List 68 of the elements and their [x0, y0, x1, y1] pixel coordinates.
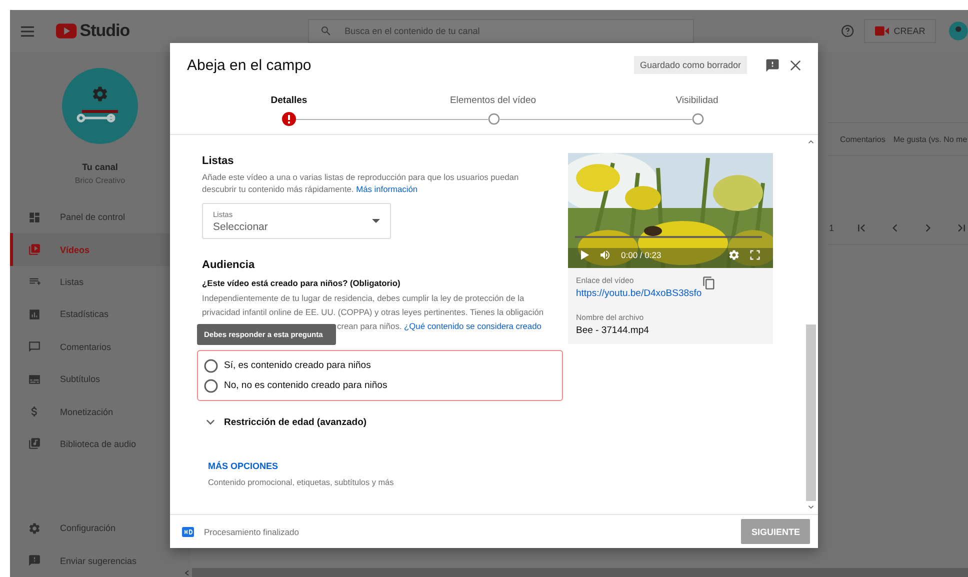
radio-option[interactable]: No, no es contenido creado para niños	[204, 378, 562, 392]
column-header[interactable]: Comentarios	[840, 134, 886, 144]
feedback-icon	[28, 554, 41, 568]
section-description: Añade este vídeo a una o varias listas de reproducción para que los usuarios puedan descubrir tu contenido más rápidamente. Más información	[202, 171, 520, 195]
dropdown-caret-icon	[372, 219, 380, 223]
scroll-down-icon[interactable]	[808, 505, 814, 509]
content-info-link[interactable]: ¿Qué contenido se considera creado	[404, 321, 542, 331]
video-time: 0:00 / 0:23	[621, 250, 662, 260]
scrollbar[interactable]	[192, 568, 968, 577]
create-button[interactable]: CREAR	[864, 19, 936, 43]
feedback-icon[interactable]	[765, 58, 780, 72]
sidebar-item[interactable]: Biblioteca de audio	[10, 428, 190, 460]
last-page-icon[interactable]	[956, 223, 966, 233]
play-icon[interactable]	[581, 250, 589, 260]
video-library-icon	[28, 243, 41, 256]
processing-status: Procesamiento finalizado	[204, 526, 299, 536]
scroll-left-icon[interactable]	[184, 570, 190, 576]
more-options-description: Contenido promocional, etiquetas, subtítulos y más	[207, 478, 394, 487]
scroll-up-icon[interactable]	[808, 140, 814, 144]
more-options-link[interactable]: MÁS OPCIONES	[202, 459, 278, 473]
dashboard-icon	[28, 210, 41, 224]
column-header[interactable]: Me gusta (vs. No me	[893, 134, 968, 144]
step-tab[interactable]: Detalles	[187, 95, 391, 106]
section-heading: Listas	[202, 154, 234, 169]
video-camera-icon	[874, 26, 889, 36]
question-label: ¿Este vídeo está creado para niños? (Obligatorio)	[202, 277, 400, 290]
sidebar-item[interactable]: Estadísticas	[10, 298, 190, 331]
more-info-link[interactable]: Más información	[356, 184, 418, 194]
gear-icon	[28, 522, 41, 535]
hd-icon	[182, 526, 194, 536]
sidebar-item[interactable]: Configuración	[10, 512, 190, 545]
video-link[interactable]: https://youtu.be/D4xoBS38sfo	[576, 288, 702, 299]
subtitles-icon	[28, 372, 41, 386]
page-number: 1	[829, 223, 834, 233]
sidebar-item[interactable]: Monetización	[10, 395, 190, 428]
radio-option[interactable]: Sí, es contenido creado para niños	[204, 358, 562, 372]
radio-button[interactable]	[204, 378, 218, 392]
volume-icon[interactable]	[599, 249, 611, 261]
channel-title: Tu canal	[82, 162, 118, 172]
fullscreen-icon[interactable]	[750, 250, 760, 260]
close-icon[interactable]	[790, 60, 801, 70]
sidebar-item[interactable]: Comentarios	[10, 330, 190, 363]
avatar-icon[interactable]	[949, 21, 968, 41]
music-library-icon	[28, 437, 41, 450]
help-icon[interactable]	[840, 24, 854, 38]
sidebar-item[interactable]: Subtítulos	[10, 362, 190, 396]
copy-icon[interactable]	[702, 276, 716, 290]
step-tab[interactable]: Visibilidad	[595, 95, 799, 106]
section-heading: Audiencia	[202, 258, 255, 273]
channel-avatar[interactable]	[62, 68, 138, 144]
draft-status-badge: Guardado como borrador	[634, 56, 747, 74]
age-restriction-toggle[interactable]: Restricción de edad (avanzado)	[202, 412, 367, 432]
sidebar-item[interactable]: Panel de control	[10, 201, 190, 234]
step-tab[interactable]: Elementos del vídeo	[391, 95, 595, 106]
logo-text: Studio	[80, 21, 130, 41]
file-name: Bee - 37144.mp4	[576, 325, 649, 336]
dialog-title: Abeja en el campo	[187, 56, 312, 74]
play-logo-icon	[56, 23, 77, 39]
comment-icon	[28, 340, 41, 354]
menu-icon[interactable]	[21, 26, 34, 36]
sidebar-item[interactable]: Listas	[10, 266, 190, 298]
first-page-icon[interactable]	[857, 223, 868, 233]
search-field[interactable]: Busca en el contenido de tu canal	[308, 19, 694, 43]
gear-icon[interactable]	[728, 249, 740, 261]
radio-button[interactable]	[204, 358, 218, 372]
search-icon	[320, 25, 332, 37]
sidebar-item[interactable]: Enviar sugerencias	[10, 544, 190, 577]
bar-chart-icon	[28, 308, 41, 321]
